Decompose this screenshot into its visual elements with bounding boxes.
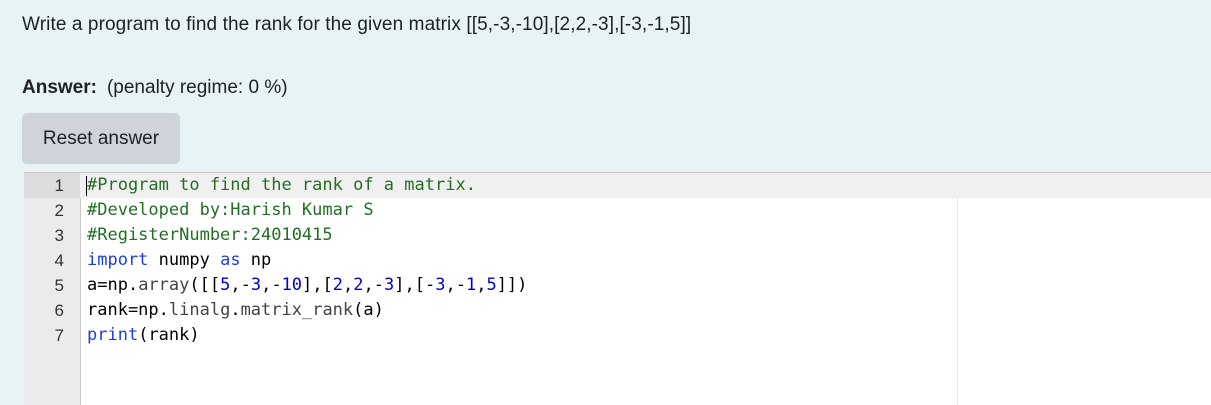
code-token: #Program to find the rank of a matrix.	[87, 175, 476, 195]
code-token: linalg	[168, 300, 231, 320]
question-text: Write a program to find the rank for the…	[22, 14, 692, 35]
code-text[interactable]: a=np.array([[5,-3,-10],[2,2,-3],[-3,-1,5…	[87, 273, 527, 298]
code-token: rank=np.	[87, 300, 169, 320]
code-token: ,-	[230, 275, 251, 295]
text-cursor	[86, 176, 87, 196]
code-token: 3	[384, 275, 395, 295]
code-token: as	[220, 250, 241, 270]
code-token: print	[87, 325, 139, 345]
code-token: 10	[281, 275, 303, 295]
code-token: 2	[353, 275, 364, 295]
code-token: ,	[476, 275, 487, 295]
line-number: 3	[54, 226, 64, 245]
line-number: 6	[54, 301, 64, 320]
code-token: ]])	[496, 275, 528, 295]
code-line[interactable]: 7 print(rank)	[24, 323, 1211, 348]
code-token: .	[230, 300, 241, 320]
answer-label: Answer:	[22, 77, 97, 98]
code-token: 5	[486, 275, 497, 295]
code-line[interactable]: 2 #Developed by:Harish Kumar S	[24, 198, 1211, 223]
code-text[interactable]: #Program to find the rank of a matrix.	[87, 173, 476, 198]
code-text[interactable]: print(rank)	[87, 323, 200, 348]
code-text[interactable]: rank=np.linalg.matrix_rank(a)	[87, 298, 384, 323]
code-token: ,-	[445, 275, 466, 295]
code-token: 5	[220, 275, 231, 295]
code-token: ,-	[363, 275, 384, 295]
code-token: numpy	[148, 250, 221, 270]
code-token: ,	[343, 275, 354, 295]
line-number: 1	[24, 173, 80, 198]
code-token: #RegisterNumber:24010415	[87, 225, 333, 245]
answer-header: Answer: (penalty regime: 0 %)	[22, 77, 288, 99]
code-token: ],[-	[394, 275, 436, 295]
code-token: ],[	[302, 275, 333, 295]
code-token: ([[	[189, 275, 221, 295]
code-text[interactable]: #Developed by:Harish Kumar S	[87, 198, 374, 223]
penalty-regime: (penalty regime: 0 %)	[106, 77, 288, 98]
line-number: 7	[54, 326, 64, 345]
code-line[interactable]: 6 rank=np.linalg.matrix_rank(a)	[24, 298, 1211, 323]
code-text[interactable]: import numpy as np	[87, 248, 271, 273]
code-text[interactable]: #RegisterNumber:24010415	[87, 223, 333, 248]
code-line[interactable]: 5 a=np.array([[5,-3,-10],[2,2,-3],[-3,-1,…	[24, 273, 1211, 298]
code-token: a=np.	[87, 275, 139, 295]
code-editor[interactable]: 1 #Program to find the rank of a matrix. 2…	[24, 172, 1211, 405]
line-number: 2	[54, 201, 64, 220]
code-line[interactable]: 1 #Program to find the rank of a matrix.	[24, 173, 1211, 198]
line-number: 4	[54, 251, 64, 270]
line-number: 5	[54, 276, 64, 295]
code-token: array	[138, 275, 190, 295]
code-line[interactable]: 3 #RegisterNumber:24010415	[24, 223, 1211, 248]
code-token: 3	[250, 275, 262, 295]
code-token: import	[87, 250, 149, 270]
code-token: np	[240, 250, 272, 270]
code-token: ,-	[261, 275, 282, 295]
code-token: 1	[465, 275, 477, 295]
code-token: 2	[332, 275, 344, 295]
code-token: (a)	[353, 300, 384, 320]
code-token: 3	[435, 275, 446, 295]
code-token: matrix_rank	[240, 300, 354, 320]
code-token: (rank)	[138, 325, 200, 345]
reset-answer-button[interactable]: Reset answer	[22, 113, 180, 164]
code-line[interactable]: 4 import numpy as np	[24, 248, 1211, 273]
code-token: #Developed by:Harish Kumar S	[87, 200, 374, 220]
